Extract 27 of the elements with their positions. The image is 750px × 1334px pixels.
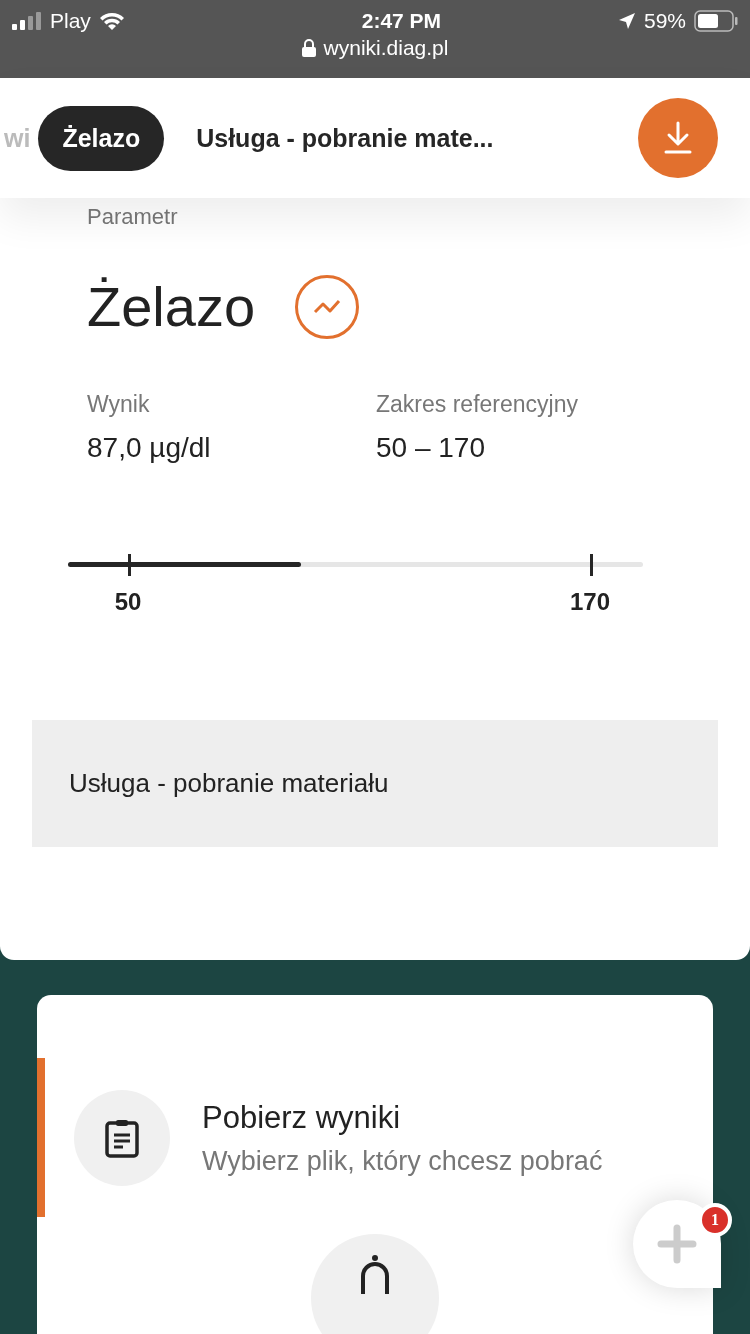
battery-percent: 59% <box>643 9 686 33</box>
range-tick <box>128 554 131 576</box>
download-title: Pobierz wyniki <box>202 1099 402 1136</box>
field-value: 87,0 µg/dl <box>87 432 212 464</box>
field-label: Wynik <box>87 391 151 418</box>
range-low-label: 50 <box>114 588 142 616</box>
field-label: Zakres referencyjny <box>376 391 579 418</box>
parameter-caption: Parametr <box>87 204 179 230</box>
plus-icon <box>657 1224 697 1264</box>
range-high-label: 170 <box>570 588 610 616</box>
page-url[interactable]: wyniki.diag.pl <box>323 36 449 60</box>
service-panel: Usługa - pobranie materiału <box>32 720 718 847</box>
lock-icon <box>301 39 316 57</box>
trend-button[interactable] <box>295 274 360 339</box>
location-arrow-icon <box>617 12 636 30</box>
wifi-icon <box>98 11 125 31</box>
parameter-name: Żelazo <box>87 274 256 339</box>
carrier-name: Play <box>50 9 91 33</box>
clock-time: 2:47 PM <box>361 9 442 33</box>
range-tick <box>590 554 593 576</box>
tab[interactable]: Żelazo <box>38 105 165 171</box>
signal-icon <box>12 12 42 30</box>
field-value: 50 – 170 <box>376 432 486 464</box>
download-icon <box>662 121 694 155</box>
download-subtitle: Wybierz plik, który chcesz pobrać <box>202 1145 603 1177</box>
tab[interactable]: Usługa - pobranie mate... <box>172 105 518 171</box>
battery-icon <box>694 10 738 32</box>
